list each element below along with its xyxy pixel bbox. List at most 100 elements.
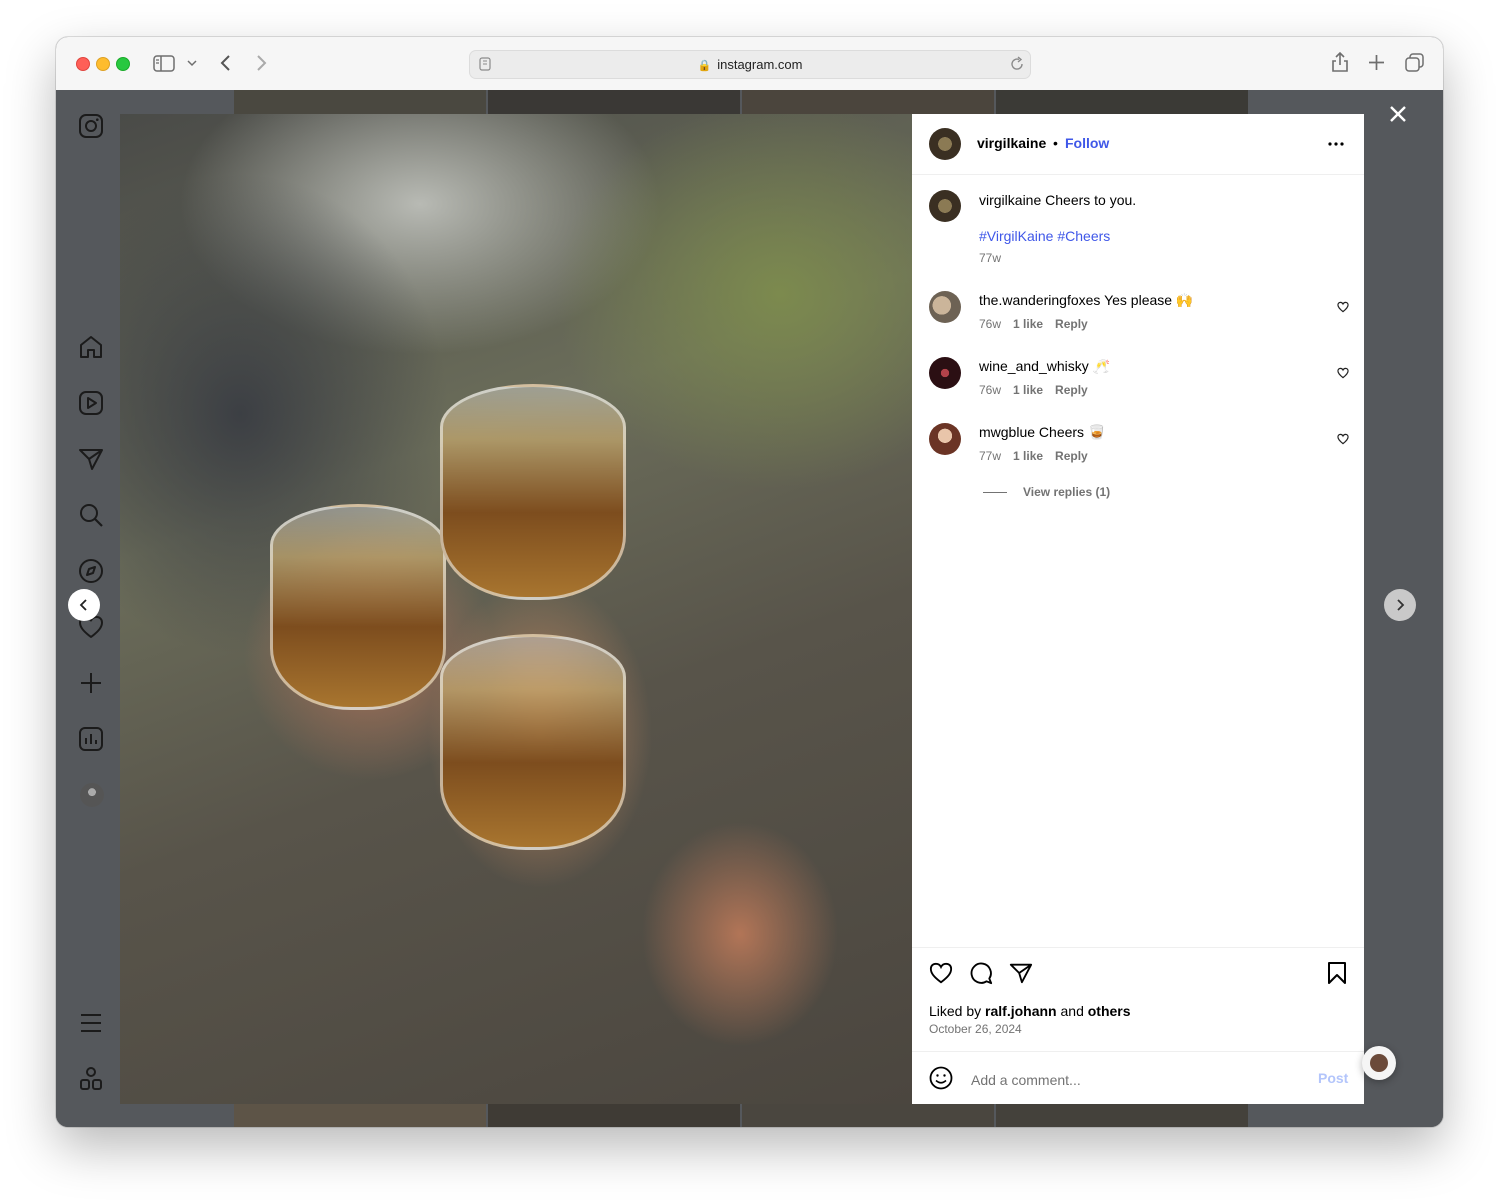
shot-glass — [440, 384, 626, 600]
save-bookmark-icon[interactable] — [1326, 961, 1348, 990]
tab-overview-icon[interactable] — [1405, 53, 1425, 73]
new-tab-icon[interactable] — [1368, 54, 1385, 71]
back-icon[interactable] — [219, 54, 233, 72]
messages-float-avatar[interactable] — [1362, 1046, 1396, 1080]
separator-dot: • — [1053, 135, 1058, 151]
emoji-icon[interactable] — [929, 1066, 953, 1095]
address-bar[interactable]: 🔒 instagram.com — [469, 50, 1031, 79]
explore-icon[interactable] — [78, 558, 106, 586]
liked-by-prefix: Liked by — [929, 1003, 982, 1019]
feed-tile — [996, 90, 1248, 114]
comment-time: 76w — [979, 317, 1002, 331]
comment-divider — [912, 1051, 1364, 1052]
feed-tile — [234, 1104, 486, 1127]
menu-icon[interactable] — [78, 1010, 106, 1038]
zoom-window-button[interactable] — [116, 57, 130, 71]
minimize-window-button[interactable] — [96, 57, 110, 71]
actions-divider — [912, 947, 1364, 948]
caption-text: virgilkaine Cheers to you. — [979, 191, 1136, 209]
author-avatar[interactable] — [929, 128, 961, 160]
share-icon[interactable] — [1331, 51, 1349, 73]
next-post-button[interactable] — [1384, 589, 1416, 621]
feed-tile — [234, 90, 486, 114]
post-header: virgilkaine • Follow — [912, 114, 1364, 175]
lock-icon: 🔒 — [697, 60, 712, 72]
post-photo[interactable] — [120, 114, 912, 1104]
messages-icon[interactable] — [78, 446, 106, 474]
like-post-icon[interactable] — [929, 961, 953, 990]
close-post-button[interactable] — [1388, 104, 1408, 129]
url-value: instagram.com — [717, 57, 803, 72]
comment-avatar[interactable] — [929, 291, 961, 323]
comment-text: the.wanderingfoxes Yes please 🙌 — [979, 291, 1193, 309]
caption-avatar[interactable] — [929, 190, 961, 222]
liked-by-others[interactable]: others — [1088, 1003, 1131, 1019]
browser-window: 🔒 instagram.com virgilkaine • Follow vir… — [56, 37, 1443, 1127]
create-icon[interactable] — [78, 670, 106, 698]
add-comment-input[interactable] — [969, 1068, 1303, 1092]
comment-username[interactable]: mwgblue — [979, 424, 1035, 440]
comment-likes[interactable]: 1 like — [1013, 449, 1043, 463]
comment-body: 🥂 — [1092, 358, 1111, 374]
chevron-down-icon[interactable] — [187, 59, 197, 67]
like-comment-icon[interactable] — [1337, 300, 1349, 318]
home-icon[interactable] — [78, 334, 106, 362]
feed-tile — [488, 1104, 740, 1127]
feed-tile — [488, 90, 740, 114]
feed-tile — [996, 1104, 1248, 1127]
liked-by-text: Liked by ralf.johann and others — [929, 1003, 1131, 1019]
reload-icon[interactable] — [1010, 56, 1024, 72]
view-replies-button[interactable]: View replies (1) — [1023, 485, 1110, 499]
comment-meta: 77w 1 like Reply — [979, 449, 1088, 463]
chevron-left-icon — [79, 599, 87, 611]
author-username[interactable]: virgilkaine — [977, 135, 1046, 151]
reply-button[interactable]: Reply — [1055, 449, 1088, 463]
feed-tile — [742, 90, 994, 114]
comment-text: wine_and_whisky 🥂 — [979, 357, 1110, 375]
comment-avatar[interactable] — [929, 357, 961, 389]
reply-button[interactable]: Reply — [1055, 383, 1088, 397]
page-content: virgilkaine • Follow virgilkaine Cheers … — [56, 90, 1443, 1127]
follow-button[interactable]: Follow — [1065, 135, 1109, 151]
comment-username[interactable]: the.wanderingfoxes — [979, 292, 1100, 308]
comment-body: Cheers 🥃 — [1038, 424, 1106, 440]
liked-by-and: and — [1060, 1003, 1084, 1019]
shot-glass — [270, 504, 446, 710]
insights-icon[interactable] — [78, 726, 106, 754]
post-comment-button[interactable]: Post — [1318, 1070, 1348, 1086]
comment-username[interactable]: wine_and_whisky — [979, 358, 1089, 374]
chevron-right-icon — [1397, 599, 1405, 611]
close-icon — [1390, 106, 1406, 122]
more-options-icon[interactable] — [1327, 135, 1345, 158]
close-window-button[interactable] — [76, 57, 90, 71]
forward-icon[interactable] — [254, 54, 268, 72]
comment-text: mwgblue Cheers 🥃 — [979, 423, 1105, 441]
reels-icon[interactable] — [78, 390, 106, 418]
comment-meta: 76w 1 like Reply — [979, 317, 1088, 331]
previous-post-button[interactable] — [68, 589, 100, 621]
comment-likes[interactable]: 1 like — [1013, 383, 1043, 397]
post-details-panel: virgilkaine • Follow virgilkaine Cheers … — [912, 114, 1364, 1104]
search-icon[interactable] — [78, 502, 106, 530]
sidebar-toggle-icon[interactable] — [153, 55, 175, 73]
liked-by-user[interactable]: ralf.johann — [985, 1003, 1057, 1019]
caption-username[interactable]: virgilkaine — [979, 192, 1041, 208]
like-comment-icon[interactable] — [1337, 366, 1349, 384]
shot-glass — [440, 634, 626, 850]
profile-avatar[interactable] — [80, 783, 104, 807]
comment-likes[interactable]: 1 like — [1013, 317, 1043, 331]
comment-body: Yes please 🙌 — [1104, 292, 1194, 308]
caption-time: 77w — [979, 251, 1002, 265]
share-post-icon[interactable] — [1009, 961, 1033, 990]
caption-hashtags[interactable]: #VirgilKaine #Cheers — [979, 228, 1110, 244]
comment-time: 76w — [979, 383, 1002, 397]
comment-avatar[interactable] — [929, 423, 961, 455]
caption-body: Cheers to you. — [1045, 192, 1137, 208]
like-comment-icon[interactable] — [1337, 432, 1349, 450]
post-date: October 26, 2024 — [929, 1022, 1022, 1036]
reply-button[interactable]: Reply — [1055, 317, 1088, 331]
apps-icon[interactable] — [78, 1066, 106, 1094]
view-replies-line — [983, 492, 1007, 493]
instagram-icon[interactable] — [78, 113, 106, 141]
comment-icon[interactable] — [969, 961, 993, 990]
